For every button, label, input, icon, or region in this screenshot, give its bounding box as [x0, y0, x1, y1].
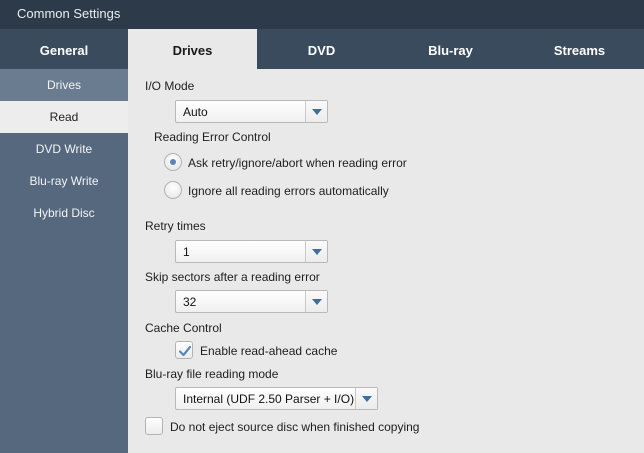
tab-blu-ray[interactable]: Blu-ray — [386, 29, 515, 69]
read-settings-panel: I/O Mode Auto Reading Error Control Ask … — [128, 69, 644, 453]
retry-times-label: Retry times — [145, 219, 206, 233]
sidebar-item-hybrid-disc[interactable]: Hybrid Disc — [0, 197, 128, 229]
tab-drives[interactable]: Drives — [128, 29, 257, 70]
tab-general[interactable]: General — [0, 29, 128, 69]
skip-sectors-select[interactable]: 32 — [175, 290, 328, 313]
bluray-reading-mode-dropdown-button[interactable] — [355, 388, 377, 409]
sidebar-item-dvd-write[interactable]: DVD Write — [0, 133, 128, 165]
sidebar-item-drives[interactable]: Drives — [0, 69, 128, 101]
ignore-errors-label[interactable]: Ignore all reading errors automatically — [188, 184, 389, 198]
ignore-errors-radio[interactable] — [164, 181, 182, 199]
skip-sectors-dropdown-button[interactable] — [305, 291, 327, 312]
chevron-down-icon — [362, 396, 372, 402]
tab-bar: General Drives DVD Blu-ray Streams — [0, 29, 644, 70]
skip-sectors-label: Skip sectors after a reading error — [145, 270, 320, 284]
io-mode-label: I/O Mode — [145, 79, 195, 93]
cache-control-label: Cache Control — [145, 321, 222, 335]
sidebar-item-read[interactable]: Read — [0, 101, 128, 133]
bluray-reading-mode-select[interactable]: Internal (UDF 2.50 Parser + I/O) — [175, 387, 378, 410]
retry-times-select[interactable]: 1 — [175, 240, 328, 263]
sidebar: Drives Read DVD Write Blu-ray Write Hybr… — [0, 69, 128, 453]
io-mode-select[interactable]: Auto — [175, 100, 328, 123]
sidebar-item-blu-ray-write[interactable]: Blu-ray Write — [0, 165, 128, 197]
chevron-down-icon — [312, 299, 322, 305]
read-ahead-cache-checkbox[interactable] — [175, 341, 193, 359]
reading-error-control-label: Reading Error Control — [154, 130, 271, 144]
retry-times-dropdown-button[interactable] — [305, 241, 327, 262]
ask-retry-label[interactable]: Ask retry/ignore/abort when reading erro… — [188, 156, 407, 170]
chevron-down-icon — [312, 109, 322, 115]
io-mode-value: Auto — [183, 105, 208, 119]
checkmark-icon — [178, 345, 192, 357]
read-ahead-cache-label[interactable]: Enable read-ahead cache — [200, 344, 337, 358]
bluray-reading-mode-value: Internal (UDF 2.50 Parser + I/O) — [183, 392, 355, 406]
io-mode-dropdown-button[interactable] — [305, 101, 327, 122]
no-eject-label[interactable]: Do not eject source disc when finished c… — [170, 420, 419, 434]
chevron-down-icon — [312, 249, 322, 255]
radio-selected-dot — [170, 159, 176, 165]
no-eject-checkbox[interactable] — [145, 417, 163, 435]
tab-dvd[interactable]: DVD — [257, 29, 386, 69]
skip-sectors-value: 32 — [183, 295, 197, 309]
window-title: Common Settings — [0, 0, 644, 29]
tab-streams[interactable]: Streams — [515, 29, 644, 69]
bluray-reading-mode-label: Blu-ray file reading mode — [145, 367, 279, 381]
ask-retry-radio[interactable] — [164, 153, 182, 171]
retry-times-value: 1 — [183, 245, 190, 259]
